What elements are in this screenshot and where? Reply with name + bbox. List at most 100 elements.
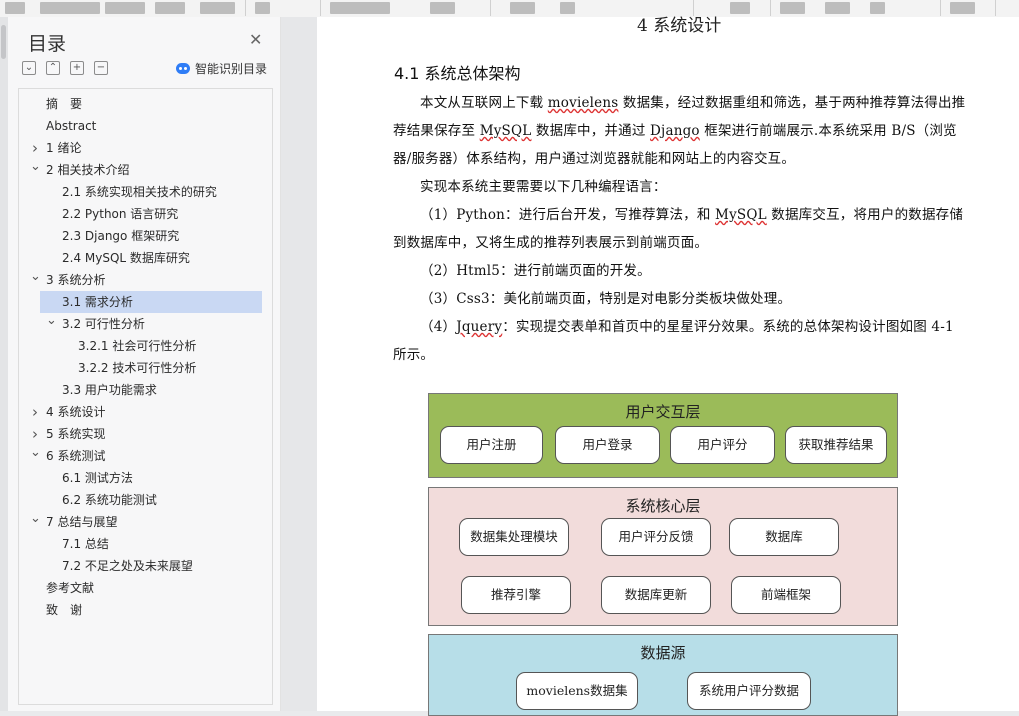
toc-item[interactable]: › 4 系统设计 <box>19 401 270 423</box>
toc-item-label: 7 总结与展望 <box>46 515 118 529</box>
toc-item[interactable]: ⌄ 7 总结与展望 <box>19 511 270 533</box>
toc-item[interactable]: › 1 绪论 <box>19 137 270 159</box>
toc-item-label: 3.2.1 社会可行性分析 <box>78 339 197 353</box>
toolbar-button[interactable] <box>430 2 455 14</box>
toc-item[interactable]: Abstract <box>19 115 270 137</box>
toolbar-button[interactable] <box>105 2 145 14</box>
layer-title: 数据源 <box>640 644 686 662</box>
toolbar-icon[interactable] <box>5 2 25 14</box>
text-run: 本文从互联网上下载 <box>420 95 548 111</box>
toc-item-label: 3.2.2 技术可行性分析 <box>78 361 197 375</box>
toc-item-label: 1 绪论 <box>46 141 82 155</box>
close-icon[interactable]: ✕ <box>249 30 262 49</box>
document-page: 4 系统设计 4.1 系统总体架构 本文从互联网上下载 movielens 数据… <box>317 16 1019 716</box>
toc-item-label: 6 系统测试 <box>46 449 106 463</box>
diagram-box: 用户登录 <box>555 426 660 464</box>
toc-item-label: 3.2 可行性分析 <box>62 317 145 331</box>
spellcheck-word: MySQL <box>715 207 767 223</box>
toc-item-label: 4 系统设计 <box>46 405 106 419</box>
toc-item[interactable]: 3.3 用户功能需求 <box>19 379 270 401</box>
toolbar-button[interactable] <box>560 2 575 14</box>
toc-item[interactable]: 2.3 Django 框架研究 <box>19 225 270 247</box>
collapse-all-icon[interactable]: ⌄ <box>22 61 36 75</box>
chevron-right-icon[interactable]: › <box>30 401 40 423</box>
toc-item[interactable]: › 5 系统实现 <box>19 423 270 445</box>
diagram-box: 数据库更新 <box>601 576 711 614</box>
toc-item[interactable]: 参考文献 <box>19 577 270 599</box>
paragraph-6: （4）Jquery：实现提交表单和首页中的星星评分效果。系统的总体架构设计图如图… <box>393 313 971 369</box>
toolbar-button[interactable] <box>510 2 535 14</box>
toolbar-button[interactable] <box>780 2 805 14</box>
top-toolbar <box>0 0 1019 18</box>
toc-item[interactable]: ⌄ 3.2 可行性分析 <box>19 313 270 335</box>
paragraph-3: （1）Python：进行后台开发，写推荐算法，和 MySQL 数据库交互，将用户… <box>393 201 971 257</box>
toc-title: 目录 <box>28 33 67 55</box>
toc-item-label: 2.4 MySQL 数据库研究 <box>62 251 190 265</box>
left-rail-scrollbar[interactable] <box>0 17 8 711</box>
toc-item-label: 6.1 测试方法 <box>62 471 133 485</box>
chevron-down-icon[interactable]: ⌄ <box>30 442 41 464</box>
toolbar-button[interactable] <box>255 2 270 14</box>
diagram-box: 前端框架 <box>731 576 841 614</box>
toolbar-button[interactable] <box>330 2 390 14</box>
spellcheck-word: Jquery <box>456 319 503 335</box>
toc-item[interactable]: 2.2 Python 语言研究 <box>19 203 270 225</box>
diagram-layer-data-source: 数据源 movielens数据集 系统用户评分数据 <box>428 634 898 716</box>
paragraph-1: 本文从互联网上下载 movielens 数据集，经过数据重组和筛选，基于两种推荐… <box>393 89 971 173</box>
toc-item[interactable]: 3.2.1 社会可行性分析 <box>19 335 270 357</box>
chevron-down-icon[interactable]: ⌄ <box>30 508 41 530</box>
toc-item[interactable]: 6.1 测试方法 <box>19 467 270 489</box>
toc-item[interactable]: 2.4 MySQL 数据库研究 <box>19 247 270 269</box>
spellcheck-word: MySQL <box>479 123 532 139</box>
toolbar-button[interactable] <box>950 2 975 14</box>
spellcheck-word: Django <box>650 123 700 139</box>
toc-item[interactable]: 2.1 系统实现相关技术的研究 <box>19 181 270 203</box>
diagram-box: 用户评分反馈 <box>601 518 711 556</box>
toc-item[interactable]: 3.2.2 技术可行性分析 <box>19 357 270 379</box>
diagram-box: 获取推荐结果 <box>785 426 887 464</box>
toc-item[interactable]: ⌄ 6 系统测试 <box>19 445 270 467</box>
chevron-down-icon[interactable]: ⌄ <box>30 156 41 178</box>
diagram-layer-system-core: 系统核心层 数据集处理模块 用户评分反馈 数据库 推荐引擎 数据库更新 前端框架 <box>428 487 898 626</box>
scroll-thumb[interactable] <box>1 25 6 59</box>
toc-item[interactable]: 7.1 总结 <box>19 533 270 555</box>
toc-item[interactable]: 致 谢 <box>19 599 270 621</box>
toc-item[interactable]: 6.2 系统功能测试 <box>19 489 270 511</box>
chevron-down-icon[interactable]: ⌄ <box>30 266 41 288</box>
ai-bot-icon <box>176 63 190 74</box>
toc-item-label: 3.3 用户功能需求 <box>62 383 157 397</box>
toolbar-button[interactable] <box>200 2 235 14</box>
chevron-down-icon[interactable]: ⌄ <box>46 310 57 332</box>
toc-item[interactable]: ⌄ 3 系统分析 <box>19 269 270 291</box>
layer-title: 用户交互层 <box>625 403 701 421</box>
diagram-layer-user-interaction: 用户交互层 用户注册 用户登录 用户评分 获取推荐结果 <box>428 393 898 478</box>
paragraph-5: （3）Css3：美化前端页面，特别是对电影分类板块做处理。 <box>420 291 792 307</box>
text-run: 数据库中，并通过 <box>531 123 651 139</box>
toc-item[interactable]: 摘 要 <box>19 93 270 115</box>
toc-item-label: 参考文献 <box>46 581 95 595</box>
text-run: （4） <box>420 319 457 335</box>
toc-item-label: 2.3 Django 框架研究 <box>62 229 180 243</box>
toolbar-button[interactable] <box>155 2 185 14</box>
toc-item-label: 致 谢 <box>46 603 83 617</box>
toc-item-label: 3.1 需求分析 <box>62 295 133 309</box>
toolbar-button[interactable] <box>825 2 850 14</box>
smart-recognize-toc-button[interactable]: 智能识别目录 <box>176 60 267 77</box>
section-heading: 4.1 系统总体架构 <box>394 64 521 83</box>
paragraph-4: （2）Html5：进行前端页面的开发。 <box>420 263 651 279</box>
remove-heading-icon[interactable]: − <box>94 61 108 75</box>
toc-item[interactable]: ⌄ 2 相关技术介绍 <box>19 159 270 181</box>
layer-title: 系统核心层 <box>625 497 701 515</box>
expand-up-icon[interactable]: ⌃ <box>46 61 60 75</box>
toc-item-label: 2.1 系统实现相关技术的研究 <box>62 185 217 199</box>
toc-item-label: 3 系统分析 <box>46 273 106 287</box>
toc-item[interactable]: 7.2 不足之处及未来展望 <box>19 555 270 577</box>
toolbar-button[interactable] <box>40 2 100 14</box>
diagram-box: 数据库 <box>729 518 839 556</box>
toc-item[interactable]: 3.1 需求分析 <box>40 291 262 313</box>
toolbar-button[interactable] <box>870 2 885 14</box>
add-heading-icon[interactable]: + <box>70 61 84 75</box>
toc-item-label: 7.1 总结 <box>62 537 109 551</box>
toolbar-button[interactable] <box>730 2 750 14</box>
diagram-box: 推荐引擎 <box>461 576 571 614</box>
